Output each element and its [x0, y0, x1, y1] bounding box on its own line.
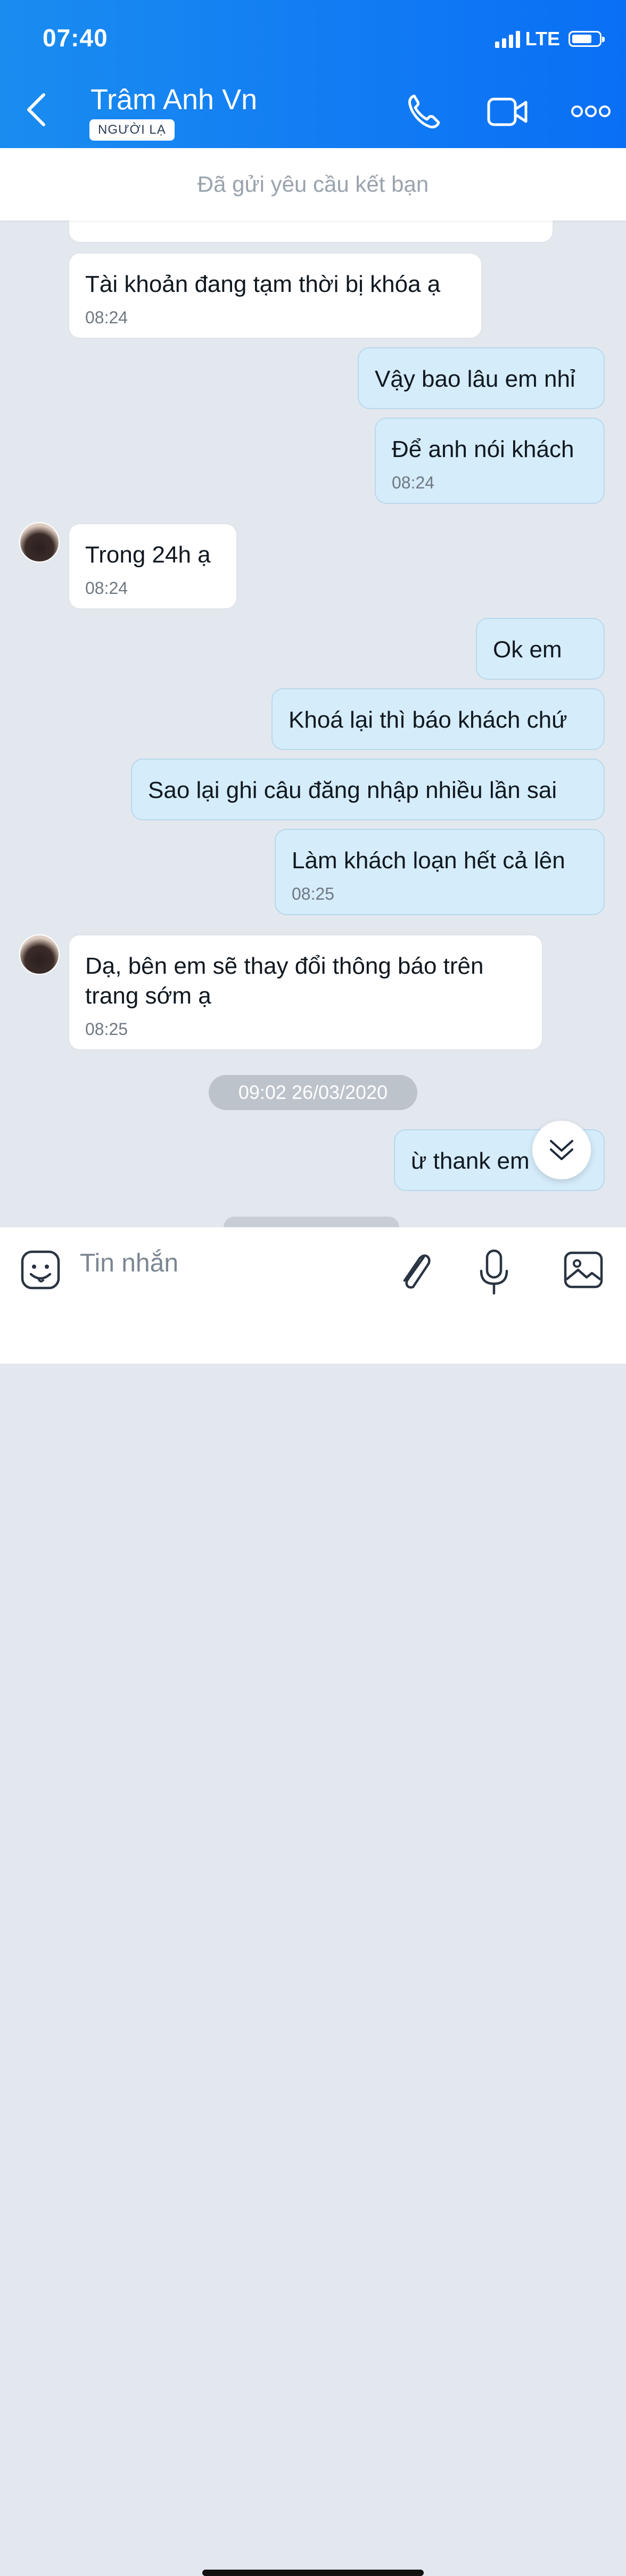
chat-header: 07:40 LTE Trâm Anh Vn NGƯỜI LẠ [0, 0, 626, 148]
message-bubble-outgoing[interactable]: Khoá lại thì báo khách chứ [271, 688, 605, 750]
message-text: ừ thank em [411, 1148, 530, 1174]
message-time: 08:25 [85, 1020, 128, 1039]
message-text: Dạ, bên em sẽ thay đổi thông báo trên tr… [85, 953, 484, 1009]
message-bubble-outgoing[interactable]: Vậy bao lâu em nhỉ [358, 347, 605, 409]
message-text: Để anh nói khách [392, 436, 574, 462]
microphone-icon[interactable] [478, 1249, 510, 1297]
message-bubble-partial[interactable] [68, 221, 554, 243]
message-text: Sao lại ghi câu đăng nhập nhiều lần sai [148, 777, 557, 803]
message-bubble-outgoing[interactable]: Ok em [476, 618, 605, 680]
network-label: LTE [525, 28, 560, 50]
message-text: Ok em [493, 637, 562, 663]
message-text: Vậy bao lâu em nhỉ [375, 366, 575, 392]
status-time: 07:40 [43, 24, 108, 52]
battery-icon [569, 31, 605, 47]
message-input[interactable]: Tin nhắn [80, 1249, 178, 1278]
message-bubble-incoming[interactable]: Tài khoản đang tạm thời bị khóa ạ 08:24 [68, 252, 482, 339]
contact-name[interactable]: Trâm Anh Vn [90, 83, 257, 116]
sticker-icon[interactable] [19, 1249, 62, 1291]
attachment-icon[interactable] [397, 1249, 434, 1293]
message-text: Khoá lại thì báo khách chứ [289, 707, 567, 733]
video-call-icon[interactable] [487, 96, 529, 128]
scroll-to-bottom-button[interactable] [532, 1121, 591, 1179]
message-bubble-incoming[interactable]: Trong 24h ạ 08:24 [68, 523, 237, 609]
message-time: 08:24 [85, 578, 128, 598]
message-bubble-outgoing[interactable]: Sao lại ghi câu đăng nhập nhiều lần sai [131, 759, 605, 820]
status-indicators: LTE [495, 28, 605, 50]
message-bubble-incoming[interactable]: Dạ, bên em sẽ thay đổi thông báo trên tr… [68, 934, 543, 1050]
friend-request-status: Đã gửi yêu cầu kết bạn [0, 148, 626, 221]
image-icon[interactable] [562, 1249, 605, 1291]
more-options-icon[interactable] [571, 103, 611, 119]
signal-icon [495, 30, 520, 48]
message-composer: Tin nhắn [0, 1227, 626, 2576]
message-text: Làm khách loạn hết cả lên [292, 847, 565, 874]
date-separator-partial [224, 1217, 399, 1227]
message-bubble-outgoing[interactable]: Để anh nói khách 08:24 [375, 418, 605, 504]
message-text: Trong 24h ạ [85, 542, 211, 568]
back-chevron-icon[interactable] [22, 91, 54, 128]
avatar[interactable] [19, 934, 60, 975]
message-bubble-outgoing[interactable]: Làm khách loạn hết cả lên 08:25 [275, 829, 605, 915]
message-list[interactable]: Tài khoản đang tạm thời bị khóa ạ 08:24 … [0, 221, 626, 1227]
double-chevron-down-icon [550, 1140, 573, 1160]
phone-icon[interactable] [407, 93, 441, 130]
avatar[interactable] [19, 522, 60, 563]
stranger-badge: NGƯỜI LẠ [89, 119, 175, 141]
home-indicator [202, 2570, 424, 2576]
message-time: 08:24 [85, 308, 128, 327]
message-time: 08:25 [292, 884, 335, 903]
message-time: 08:24 [392, 473, 435, 492]
date-separator: 09:02 26/03/2020 [209, 1075, 417, 1110]
message-text: Tài khoản đang tạm thời bị khóa ạ [85, 271, 441, 297]
